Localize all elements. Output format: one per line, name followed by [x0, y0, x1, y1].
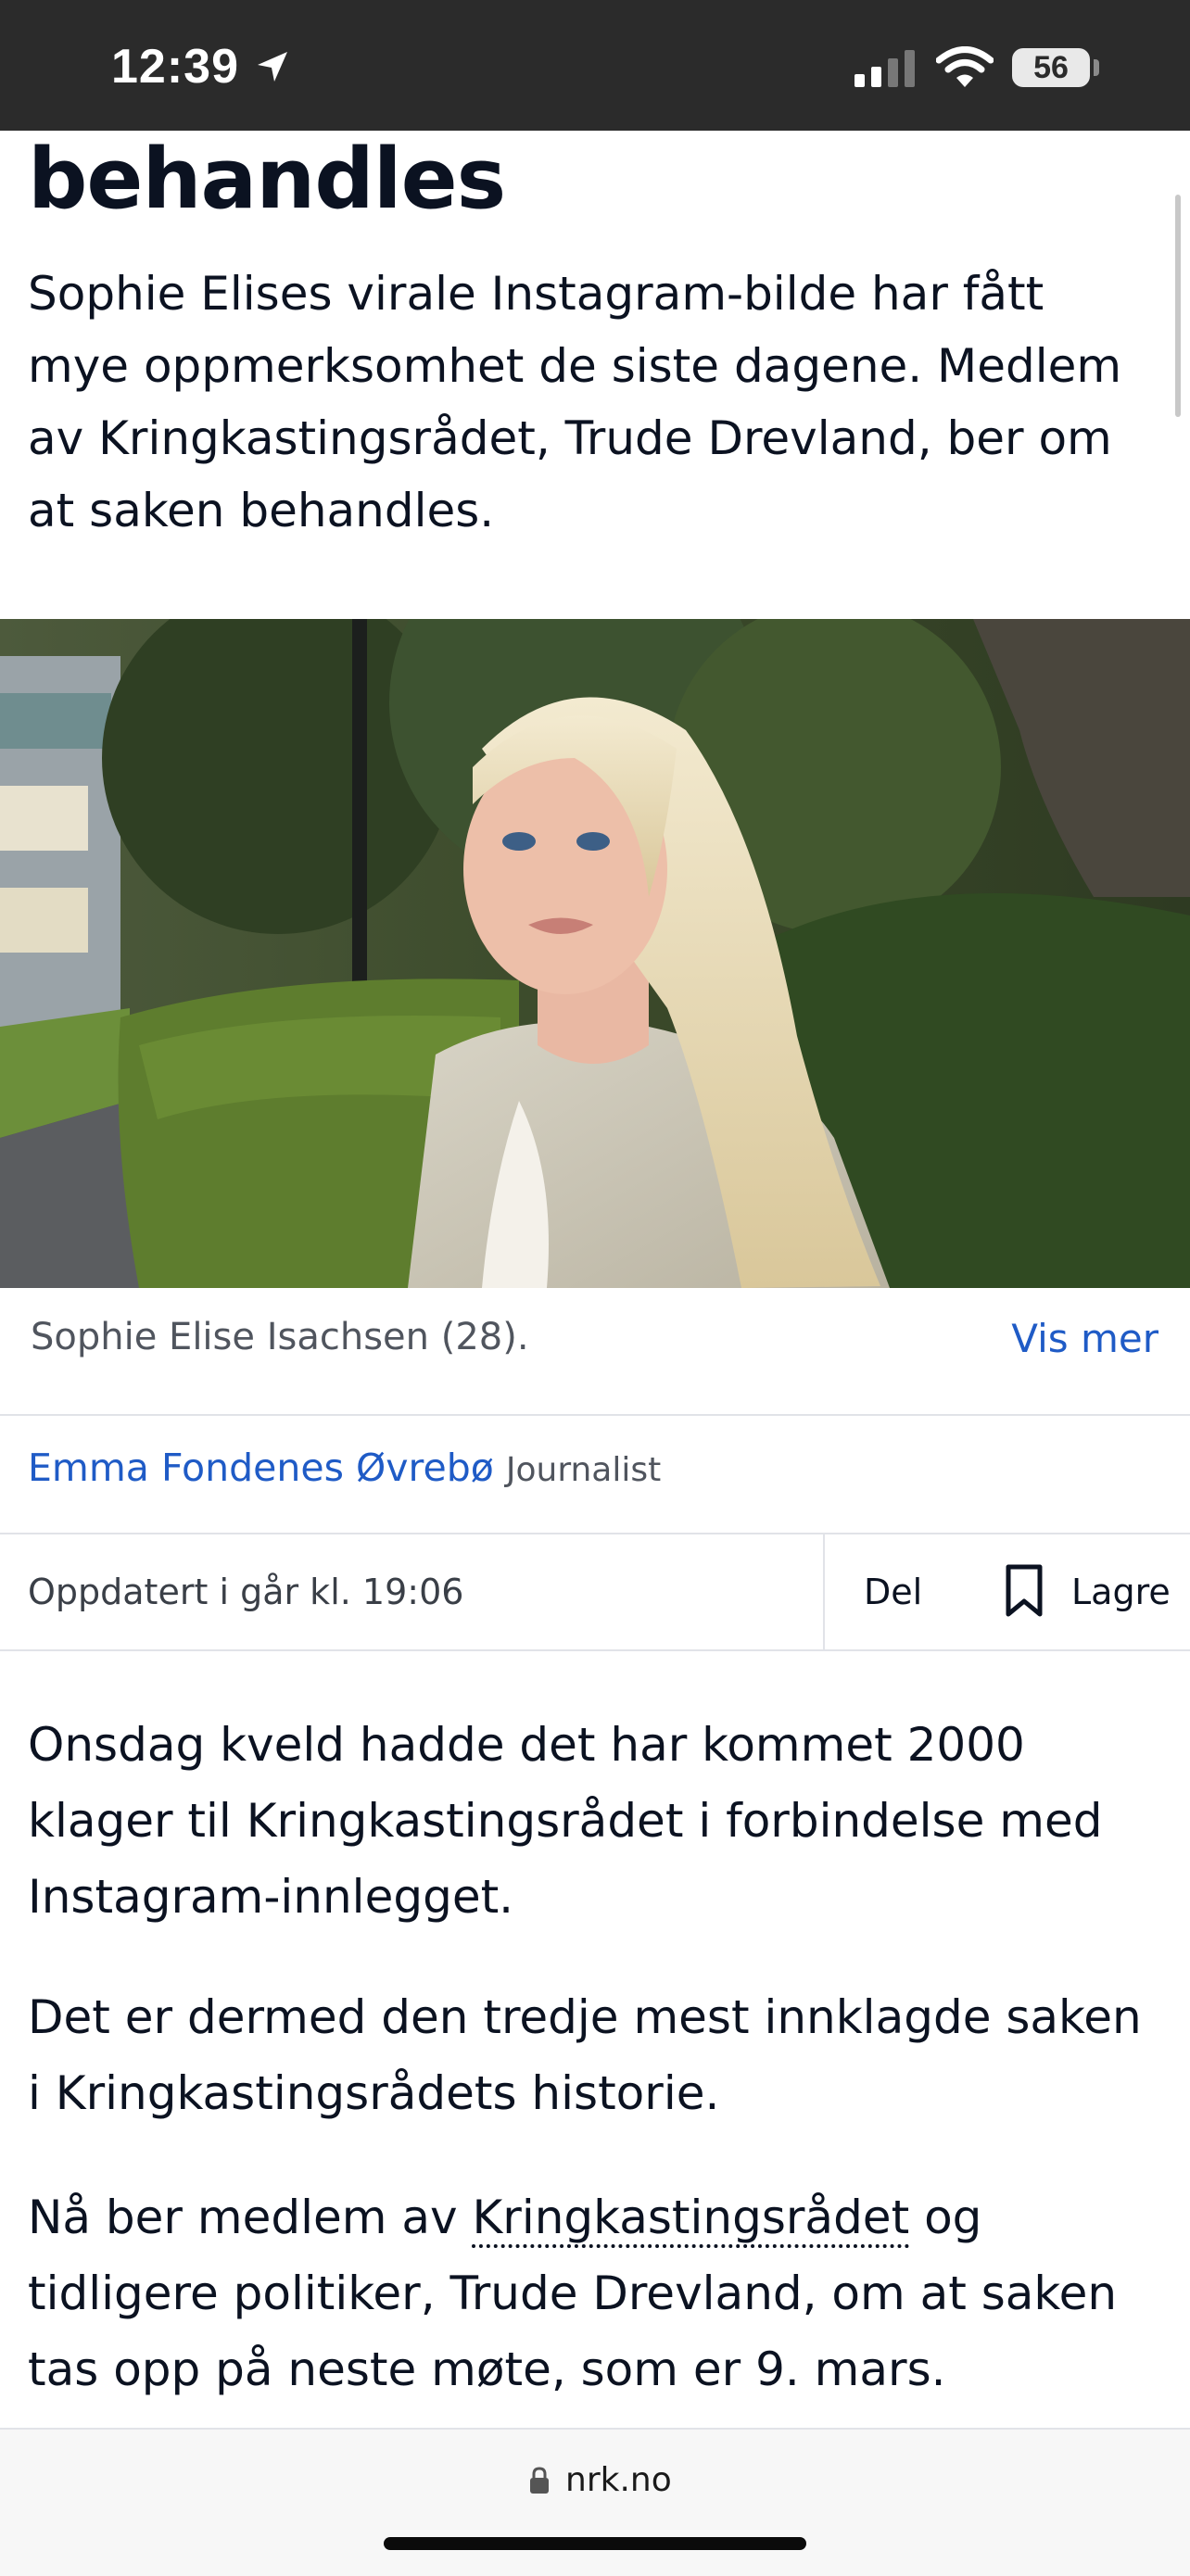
wifi-icon	[935, 46, 994, 93]
glossary-term-link[interactable]: Kringkastingsrådet	[472, 2191, 910, 2248]
show-more-link[interactable]: Vis mer	[1011, 1316, 1158, 1361]
home-indicator[interactable]	[384, 2537, 806, 2550]
updated-timestamp: Oppdatert i går kl. 19:06	[28, 1572, 464, 1612]
lock-icon	[528, 2467, 551, 2498]
byline: Emma Fondenes Øvrebø Journalist	[28, 1446, 661, 1490]
image-caption: Sophie Elise Isachsen (28).	[31, 1316, 529, 1358]
save-button[interactable]: Lagre	[1071, 1572, 1171, 1612]
scroll-indicator[interactable]	[1175, 195, 1181, 417]
article-lead: Sophie Elises virale Instagram-bilde har…	[28, 267, 1122, 537]
battery-tip	[1094, 59, 1099, 76]
author-role: Journalist	[505, 1451, 662, 1489]
body-paragraph: Onsdag kveld hadde det har kommet 2000 k…	[28, 1718, 1103, 1924]
status-time: 12:39	[111, 40, 239, 94]
browser-bottom-bar	[0, 2428, 1190, 2576]
article-photo[interactable]	[0, 619, 1190, 1288]
body-paragraph: Det er dermed den tredje mest innklagde …	[28, 1990, 1142, 2120]
body-paragraph: Nå ber medlem av Kringkastingsrådet og t…	[28, 2179, 1158, 2407]
author-link[interactable]: Emma Fondenes Øvrebø	[28, 1446, 494, 1490]
share-button[interactable]: Del	[864, 1572, 922, 1612]
battery-icon: 56	[1012, 48, 1090, 87]
status-bar: 12:39 56	[0, 0, 1190, 131]
cellular-signal-icon	[855, 50, 918, 91]
bookmark-icon[interactable]	[1005, 1564, 1044, 1622]
headline-fragment: behandles	[28, 131, 506, 228]
address-bar-domain[interactable]: nrk.no	[565, 2461, 672, 2499]
paragraph-text: Nå ber medlem av	[28, 2191, 473, 2244]
meta-divider	[823, 1533, 825, 1649]
location-arrow-icon	[254, 48, 291, 89]
